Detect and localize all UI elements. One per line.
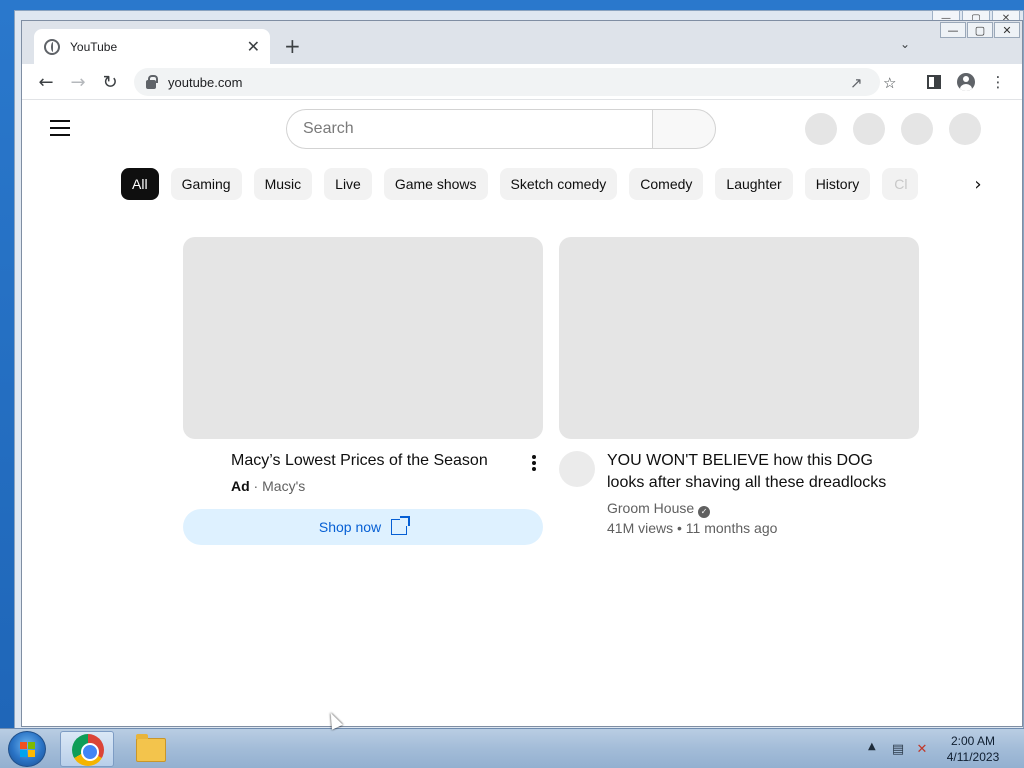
maximize-button[interactable]: ▢ <box>967 22 993 38</box>
chip-laughter[interactable]: Laughter <box>715 168 793 200</box>
avatar-placeholder[interactable] <box>949 113 981 145</box>
header-icon-placeholder-3[interactable] <box>901 113 933 145</box>
channel-name-row: Groom House ✓ <box>607 500 711 518</box>
meta-separator: · <box>249 478 263 494</box>
taskbar-file-explorer[interactable] <box>124 731 178 767</box>
address-bar[interactable]: youtube.com ↗ ☆ <box>134 68 896 96</box>
windows-taskbar: ▲ ▤ ✕ 2:00 AM 4/11/2023 <box>0 728 1024 768</box>
tab-close-icon[interactable]: ✕ <box>247 37 260 56</box>
browser-toolbar: ← → ↻ youtube.com ↗ ☆ ⋮ <box>22 64 1022 100</box>
header-icon-placeholder-2[interactable] <box>853 113 885 145</box>
chip-gaming[interactable]: Gaming <box>170 168 242 200</box>
chip-all[interactable]: All <box>121 168 159 200</box>
chrome-menu-icon[interactable]: ⋮ <box>986 70 1010 94</box>
back-arrow-icon[interactable]: ← <box>34 70 58 94</box>
chip-clipped[interactable]: Cl <box>882 168 919 200</box>
chrome-icon <box>72 734 104 766</box>
video-thumbnail-ad[interactable] <box>183 237 543 439</box>
profile-button[interactable] <box>954 70 978 94</box>
channel-avatar[interactable] <box>559 451 595 487</box>
network-icon[interactable]: ▤ <box>890 741 906 757</box>
search-box[interactable] <box>286 109 652 149</box>
volume-muted-icon[interactable]: ✕ <box>914 741 930 757</box>
hamburger-menu-icon[interactable] <box>50 120 70 136</box>
new-tab-button[interactable]: + <box>284 35 301 57</box>
kebab-menu-icon[interactable] <box>526 453 542 473</box>
system-clock[interactable]: 2:00 AM 4/11/2023 <box>940 733 1006 765</box>
search-input[interactable] <box>303 120 652 138</box>
shop-now-label: Shop now <box>318 519 382 535</box>
start-button[interactable] <box>8 731 46 767</box>
chip-history[interactable]: History <box>804 168 871 200</box>
chevron-right-icon[interactable]: › <box>965 171 991 197</box>
channel-name[interactable]: Groom House <box>607 500 694 516</box>
profile-icon <box>957 73 975 91</box>
chip-live[interactable]: Live <box>324 168 372 200</box>
ad-video-title[interactable]: Macy’s Lowest Prices of the Season <box>231 450 488 472</box>
chrome-window: YouTube ✕ + ⌄ — ▢ ✕ ← → ↻ youtube.com ↗ … <box>21 20 1023 727</box>
tab-search-chevron-icon[interactable]: ⌄ <box>900 37 910 51</box>
clock-time: 2:00 AM <box>950 734 996 748</box>
side-panel-icon <box>927 75 941 89</box>
youtube-page: All Gaming Music Live Game shows Sketch … <box>22 101 1022 726</box>
video-title[interactable]: YOU WON'T BELIEVE how this DOG looks aft… <box>607 450 886 494</box>
chip-comedy[interactable]: Comedy <box>629 168 704 200</box>
header-icon-placeholder-1[interactable] <box>805 113 837 145</box>
lock-icon[interactable] <box>146 74 158 89</box>
window-controls: — ▢ ✕ <box>940 22 1020 38</box>
chip-sketch-comedy[interactable]: Sketch comedy <box>499 168 618 200</box>
clock-date: 4/11/2023 <box>946 750 1000 764</box>
ad-meta: Ad · Macy's <box>231 478 305 494</box>
url-text[interactable]: youtube.com <box>168 75 242 90</box>
advertiser-name[interactable]: Macy's <box>262 478 305 494</box>
close-button[interactable]: ✕ <box>994 22 1020 38</box>
share-icon[interactable]: ↗ <box>850 74 863 92</box>
taskbar-chrome[interactable] <box>60 731 114 767</box>
globe-icon <box>44 38 60 55</box>
video-title-line-1: YOU WON'T BELIEVE how this DOG <box>607 452 873 469</box>
reload-icon[interactable]: ↻ <box>98 70 122 94</box>
category-chips: All Gaming Music Live Game shows Sketch … <box>121 168 919 200</box>
tab-strip: YouTube ✕ + ⌄ — ▢ ✕ <box>22 21 1022 64</box>
forward-arrow-icon[interactable]: → <box>66 70 90 94</box>
tab-youtube[interactable]: YouTube ✕ <box>34 29 270 64</box>
external-link-icon <box>391 516 411 535</box>
minimize-button[interactable]: — <box>940 22 966 38</box>
side-panel-button[interactable] <box>922 70 946 94</box>
ad-badge: Ad <box>231 478 250 494</box>
chip-music[interactable]: Music <box>253 168 313 200</box>
video-thumbnail[interactable] <box>559 237 919 439</box>
shop-now-button[interactable]: Shop now <box>183 509 543 545</box>
bookmark-star-icon[interactable]: ☆ <box>883 74 896 92</box>
verified-check-icon: ✓ <box>698 506 711 518</box>
tab-title: YouTube <box>70 39 118 54</box>
chip-game-shows[interactable]: Game shows <box>383 168 488 200</box>
video-stats: 41M views • 11 months ago <box>607 520 778 536</box>
tray-expand-icon[interactable]: ▲ <box>868 741 876 752</box>
search-button[interactable] <box>652 109 716 149</box>
video-title-line-2: looks after shaving all these dreadlocks <box>607 474 887 491</box>
folder-icon <box>136 734 166 762</box>
